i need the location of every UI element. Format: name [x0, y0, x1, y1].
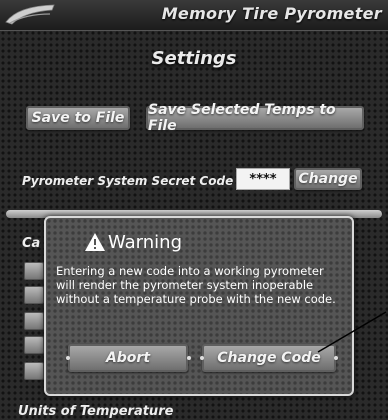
save-to-file-button[interactable]: Save to File: [26, 106, 130, 130]
button-dot: [334, 356, 338, 360]
change-secret-code-button[interactable]: Change: [294, 168, 362, 190]
section-heading: Ca: [22, 236, 41, 251]
warning-icon: [85, 233, 105, 251]
save-selected-temps-button[interactable]: Save Selected Temps to File: [146, 102, 364, 134]
app-header: Memory Tire Pyrometer: [0, 0, 388, 31]
secret-code-label: Pyrometer System Secret Code: [22, 174, 234, 188]
change-code-button[interactable]: Change Code: [202, 344, 336, 372]
units-heading: Units of Temperature: [18, 404, 174, 419]
warning-dialog: Warning Entering a new code into a worki…: [44, 216, 354, 396]
abort-button[interactable]: Abort: [68, 344, 188, 372]
setting-icon[interactable]: [24, 336, 44, 354]
dialog-title: Warning: [108, 232, 183, 253]
setting-icon[interactable]: [24, 362, 44, 380]
app-title: Memory Tire Pyrometer: [161, 4, 382, 23]
button-dot: [66, 356, 70, 360]
dialog-message: Entering a new code into a working pyrom…: [56, 264, 336, 306]
page-title: Settings: [151, 48, 237, 69]
setting-icon[interactable]: [24, 286, 44, 304]
setting-icon[interactable]: [24, 312, 44, 330]
logo-icon: [5, 4, 55, 25]
button-dot: [187, 356, 191, 360]
secret-code-field[interactable]: ****: [236, 168, 290, 190]
setting-icon[interactable]: [24, 262, 44, 280]
button-dot: [200, 356, 204, 360]
